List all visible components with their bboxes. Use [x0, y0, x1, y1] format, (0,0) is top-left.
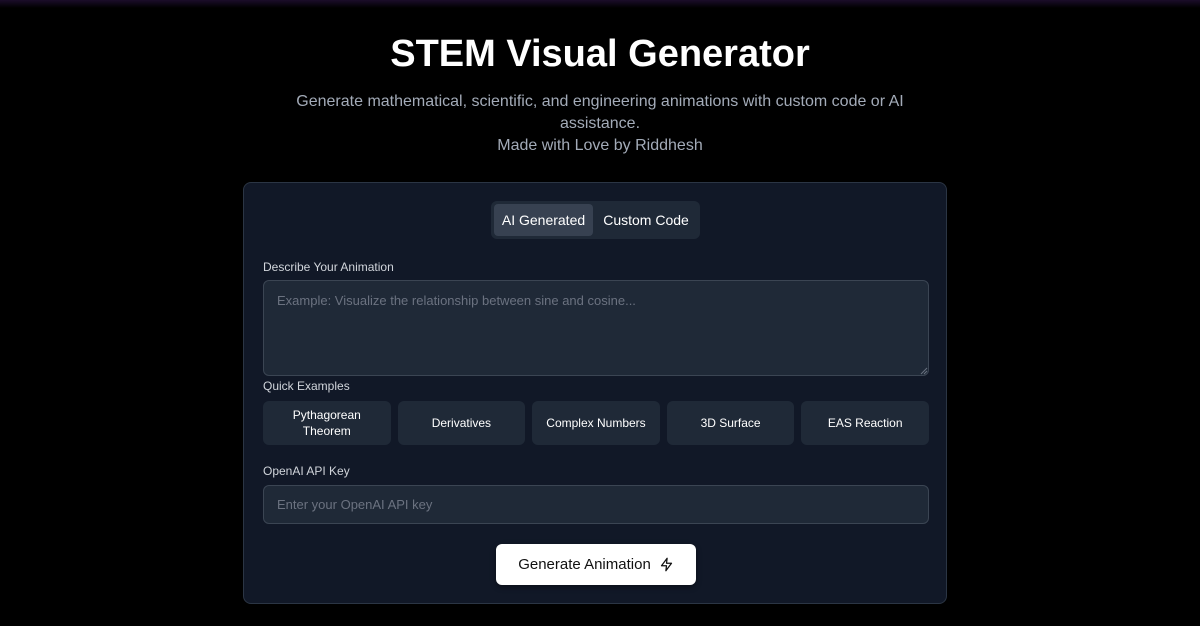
lightning-bolt-icon: [660, 557, 672, 572]
api-key-label: OpenAI API Key: [263, 464, 350, 478]
page-title: STEM Visual Generator: [390, 33, 810, 75]
describe-label: Describe Your Animation: [263, 260, 394, 274]
tab-ai-generated[interactable]: AI Generated: [494, 204, 594, 236]
resize-grip-icon[interactable]: [920, 367, 928, 375]
example-button-3d-surface[interactable]: 3D Surface: [666, 401, 795, 445]
mode-tabs: AI Generated Custom Code: [491, 201, 700, 239]
top-glow-bar: [0, 0, 1200, 8]
quick-examples-label: Quick Examples: [263, 379, 350, 393]
example-button-pythagorean[interactable]: Pythagorean Theorem: [263, 401, 391, 445]
describe-textarea[interactable]: [263, 280, 929, 376]
tab-custom-code[interactable]: Custom Code: [595, 204, 697, 236]
generator-card: AI Generated Custom Code Describe Your A…: [243, 182, 947, 604]
generate-animation-button[interactable]: Generate Animation: [496, 544, 696, 585]
example-button-complex-numbers[interactable]: Complex Numbers: [532, 401, 660, 445]
credit-line: Made with Love by Riddhesh: [497, 137, 703, 154]
generate-button-label: Generate Animation: [518, 556, 651, 573]
example-button-eas-reaction[interactable]: EAS Reaction: [801, 401, 929, 445]
example-button-derivatives[interactable]: Derivatives: [397, 401, 526, 445]
quick-examples-list: Pythagorean Theorem Derivatives Complex …: [263, 401, 929, 445]
page-subtitle: Generate mathematical, scientific, and e…: [296, 93, 904, 132]
api-key-input[interactable]: [263, 485, 929, 524]
